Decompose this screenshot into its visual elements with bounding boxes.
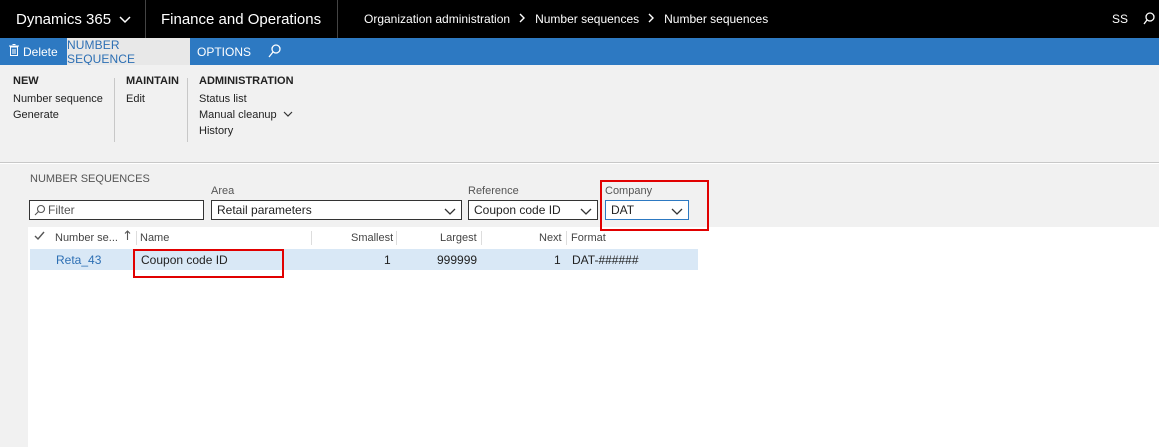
column-divider <box>481 231 482 245</box>
pane-title: NUMBER SEQUENCES <box>30 173 150 185</box>
smallest-cell: 1 <box>384 253 391 267</box>
delete-button[interactable]: Delete <box>0 38 58 65</box>
tab-options[interactable]: OPTIONS <box>191 38 257 65</box>
table-row[interactable]: Reta_43 Coupon code ID 1 999999 1 DAT-##… <box>30 249 698 270</box>
sort-ascending-icon[interactable] <box>124 230 131 244</box>
search-icon <box>30 204 46 216</box>
trash-icon <box>9 44 19 59</box>
breadcrumb: Organization administration Number seque… <box>364 0 768 38</box>
breadcrumb-item[interactable]: Number sequences <box>664 12 768 26</box>
left-gutter <box>0 164 28 447</box>
reference-value: Coupon code ID <box>474 203 561 217</box>
filter-placeholder: Filter <box>48 203 75 217</box>
column-format[interactable]: Format <box>571 232 606 244</box>
column-number-sequence[interactable]: Number se... <box>55 232 118 244</box>
generate-button[interactable]: Generate <box>13 109 59 121</box>
reference-dropdown[interactable]: Coupon code ID <box>468 200 598 220</box>
ribbon-group-title: ADMINISTRATION <box>199 75 294 87</box>
top-navigation-bar: Dynamics 365 Finance and Operations Orga… <box>0 0 1159 38</box>
company-highlight-box <box>600 180 709 231</box>
area-value: Retail parameters <box>217 203 312 217</box>
product-switcher[interactable]: Dynamics 365 <box>0 0 146 38</box>
user-initials[interactable]: SS <box>1112 0 1128 38</box>
search-icon[interactable] <box>1143 12 1155 28</box>
largest-cell: 999999 <box>437 253 478 267</box>
tab-number-sequence[interactable]: NUMBER SEQUENCE <box>67 38 190 66</box>
name-highlight-box <box>133 249 284 278</box>
reference-label: Reference <box>468 185 519 197</box>
column-largest[interactable]: Largest <box>440 232 477 244</box>
manual-cleanup-label: Manual cleanup <box>199 109 277 121</box>
chevron-down-icon <box>283 109 293 121</box>
column-name[interactable]: Name <box>140 232 169 244</box>
breadcrumb-item[interactable]: Organization administration <box>364 12 510 26</box>
number-sequence-button[interactable]: Number sequence <box>13 93 103 105</box>
edit-button[interactable]: Edit <box>126 93 145 105</box>
column-smallest[interactable]: Smallest <box>351 232 393 244</box>
filter-input[interactable]: Filter <box>29 200 204 220</box>
app-name: Finance and Operations <box>147 0 338 38</box>
ribbon-group-title: MAINTAIN <box>126 75 179 87</box>
search-icon[interactable] <box>268 44 281 61</box>
column-divider <box>136 231 137 245</box>
column-divider <box>566 231 567 245</box>
manual-cleanup-menu[interactable]: Manual cleanup <box>199 109 293 121</box>
status-list-button[interactable]: Status list <box>199 93 247 105</box>
next-cell: 1 <box>554 253 561 267</box>
breadcrumb-item[interactable]: Number sequences <box>535 12 639 26</box>
chevron-right-icon <box>648 12 655 26</box>
ribbon-divider <box>114 78 115 142</box>
ribbon-group-title: NEW <box>13 75 39 87</box>
area-label: Area <box>211 185 235 197</box>
chevron-right-icon <box>519 12 526 26</box>
select-all-checkmark-icon[interactable] <box>34 231 45 244</box>
ribbon-divider <box>187 78 188 142</box>
column-divider <box>311 231 312 245</box>
chevron-down-icon <box>444 205 456 219</box>
area-dropdown[interactable]: Retail parameters <box>211 200 462 220</box>
column-next[interactable]: Next <box>539 232 562 244</box>
chevron-down-icon <box>119 11 131 28</box>
action-pane: Delete NUMBER SEQUENCE OPTIONS <box>0 38 1159 66</box>
product-name: Dynamics 365 <box>16 10 112 28</box>
column-divider <box>396 231 397 245</box>
format-cell: DAT-###### <box>572 253 639 267</box>
history-button[interactable]: History <box>199 125 233 137</box>
ribbon: NEW Number sequence Generate MAINTAIN Ed… <box>0 65 1159 163</box>
delete-label: Delete <box>23 44 58 59</box>
number-sequence-link[interactable]: Reta_43 <box>56 253 101 267</box>
grid-header: Number se... Name Smallest Largest Next … <box>28 227 1159 249</box>
chevron-down-icon <box>580 205 592 219</box>
